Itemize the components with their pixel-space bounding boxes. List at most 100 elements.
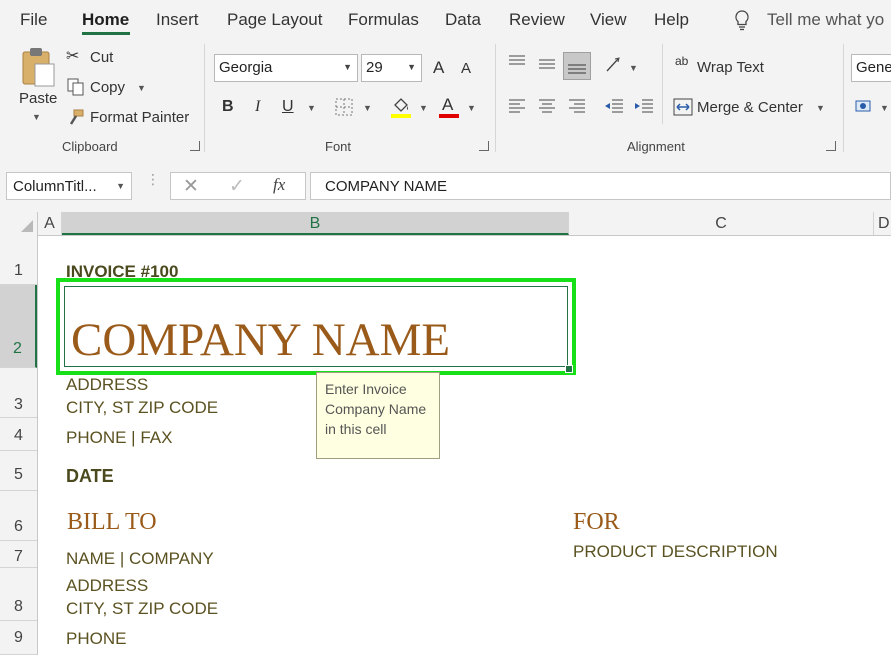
row-header-9[interactable]: 9: [0, 621, 37, 655]
orientation-icon[interactable]: [604, 55, 624, 75]
font-size-select[interactable]: 29 ▼: [361, 54, 422, 82]
tell-me-search[interactable]: Tell me what yo: [767, 10, 884, 30]
underline-button[interactable]: U: [282, 98, 294, 116]
separator: [662, 44, 663, 124]
number-format-value: Gener: [856, 59, 891, 76]
enter-check-icon[interactable]: ✓: [229, 175, 245, 198]
bold-button[interactable]: B: [222, 98, 234, 116]
product-description-cell[interactable]: PRODUCT DESCRIPTION: [573, 542, 778, 562]
align-center-icon[interactable]: [537, 98, 557, 114]
grow-font-button[interactable]: A: [433, 58, 444, 78]
align-top-icon[interactable]: [507, 54, 527, 70]
select-all-corner[interactable]: [0, 212, 38, 235]
tab-insert[interactable]: Insert: [156, 10, 199, 30]
bill-city-cell[interactable]: CITY, ST ZIP CODE: [66, 599, 218, 619]
alignment-dialog-launcher[interactable]: [826, 141, 836, 151]
accounting-format-icon[interactable]: [855, 98, 877, 116]
align-middle-icon[interactable]: [537, 54, 557, 74]
row-header-7[interactable]: 7: [0, 541, 37, 568]
italic-button[interactable]: I: [255, 98, 260, 116]
tab-view[interactable]: View: [590, 10, 627, 30]
font-color-dropdown-arrow[interactable]: ▼: [467, 103, 476, 113]
merge-dropdown-arrow[interactable]: ▼: [816, 103, 825, 113]
row-header-5[interactable]: 5: [0, 451, 37, 491]
column-header-c[interactable]: C: [569, 212, 874, 235]
font-group-label: Font: [325, 139, 352, 154]
borders-icon[interactable]: [335, 98, 353, 116]
decrease-indent-icon[interactable]: [604, 98, 624, 114]
column-header-d[interactable]: D: [874, 212, 891, 235]
fill-handle[interactable]: [565, 365, 573, 373]
row-header-1[interactable]: 1: [0, 235, 37, 285]
lightbulb-icon[interactable]: [733, 9, 751, 31]
name-company-cell[interactable]: NAME | COMPANY: [66, 549, 214, 569]
column-headers: A B C D: [0, 212, 891, 236]
alignment-group-label: Alignment: [627, 139, 685, 154]
wrap-text-button[interactable]: Wrap Text: [697, 59, 764, 76]
tab-home[interactable]: Home: [82, 10, 129, 30]
name-box[interactable]: ColumnTitl... ▼: [6, 172, 132, 200]
borders-dropdown-arrow[interactable]: ▼: [363, 103, 372, 113]
accounting-dropdown-arrow[interactable]: ▼: [880, 103, 889, 113]
font-family-select[interactable]: Georgia ▼: [214, 54, 358, 82]
merge-center-button[interactable]: Merge & Center: [697, 99, 803, 116]
underline-dropdown-arrow[interactable]: ▼: [307, 103, 316, 113]
tab-review[interactable]: Review: [509, 10, 565, 30]
align-left-icon[interactable]: [507, 98, 527, 114]
fill-color-dropdown-arrow[interactable]: ▼: [419, 103, 428, 113]
for-cell[interactable]: FOR: [573, 509, 620, 536]
fill-color-icon[interactable]: [390, 95, 412, 119]
font-family-value: Georgia: [219, 59, 273, 76]
chevron-down-icon[interactable]: ▼: [116, 181, 125, 191]
format-painter-button[interactable]: Format Painter: [90, 109, 189, 126]
bill-phone-cell[interactable]: PHONE: [66, 629, 126, 649]
orientation-dropdown-arrow[interactable]: ▼: [629, 63, 638, 73]
format-painter-icon[interactable]: [67, 108, 85, 126]
tooltip-line: in this cell: [325, 421, 387, 437]
align-right-icon[interactable]: [567, 98, 587, 114]
copy-dropdown-arrow[interactable]: ▼: [137, 83, 146, 93]
phone-fax-cell[interactable]: PHONE | FAX: [66, 428, 172, 448]
cut-button[interactable]: Cut: [90, 49, 113, 66]
font-color-button[interactable]: A: [442, 95, 453, 115]
paste-icon[interactable]: [20, 46, 56, 88]
row-header-3[interactable]: 3: [0, 368, 37, 418]
tab-formulas[interactable]: Formulas: [348, 10, 419, 30]
city-cell[interactable]: CITY, ST ZIP CODE: [66, 398, 218, 418]
tab-help[interactable]: Help: [654, 10, 689, 30]
merge-center-icon[interactable]: [673, 98, 693, 116]
row-header-2[interactable]: 2: [0, 285, 37, 368]
number-format-select[interactable]: Gener: [851, 54, 891, 82]
company-name-cell[interactable]: COMPANY NAME: [71, 313, 450, 367]
input-message-tooltip: Enter Invoice Company Name in this cell: [316, 372, 440, 459]
insert-function-button[interactable]: fx: [273, 175, 285, 195]
column-header-b[interactable]: B: [62, 212, 569, 235]
address-cell[interactable]: ADDRESS: [66, 375, 148, 395]
align-bottom-button[interactable]: [563, 52, 591, 80]
row-header-8[interactable]: 8: [0, 568, 37, 621]
paste-button[interactable]: Paste: [19, 90, 57, 107]
increase-indent-icon[interactable]: [634, 98, 654, 114]
date-cell[interactable]: DATE: [66, 466, 114, 487]
copy-button[interactable]: Copy: [90, 79, 125, 96]
clipboard-dialog-launcher[interactable]: [190, 141, 200, 151]
copy-icon[interactable]: [67, 78, 85, 96]
column-header-a[interactable]: A: [38, 212, 62, 235]
shrink-font-button[interactable]: A: [461, 60, 471, 77]
tooltip-line: Enter Invoice: [325, 381, 407, 397]
tab-page-layout[interactable]: Page Layout: [227, 10, 322, 30]
bill-address-cell[interactable]: ADDRESS: [66, 576, 148, 596]
formula-input[interactable]: COMPANY NAME: [310, 172, 891, 200]
align-bottom-icon: [568, 64, 586, 74]
row-header-6[interactable]: 6: [0, 491, 37, 541]
tab-file[interactable]: File: [20, 10, 47, 30]
tab-data[interactable]: Data: [445, 10, 481, 30]
font-dialog-launcher[interactable]: [479, 141, 489, 151]
paste-dropdown-arrow[interactable]: ▼: [32, 112, 41, 122]
cancel-icon[interactable]: ✕: [183, 175, 199, 198]
row-header-4[interactable]: 4: [0, 418, 37, 451]
clipboard-group-label: Clipboard: [62, 139, 118, 154]
ribbon: Paste ▼ ✂ Cut Copy ▼ Format Painter Clip…: [0, 40, 891, 159]
scissors-icon[interactable]: ✂: [66, 46, 79, 66]
bill-to-cell[interactable]: BILL TO: [67, 509, 157, 536]
